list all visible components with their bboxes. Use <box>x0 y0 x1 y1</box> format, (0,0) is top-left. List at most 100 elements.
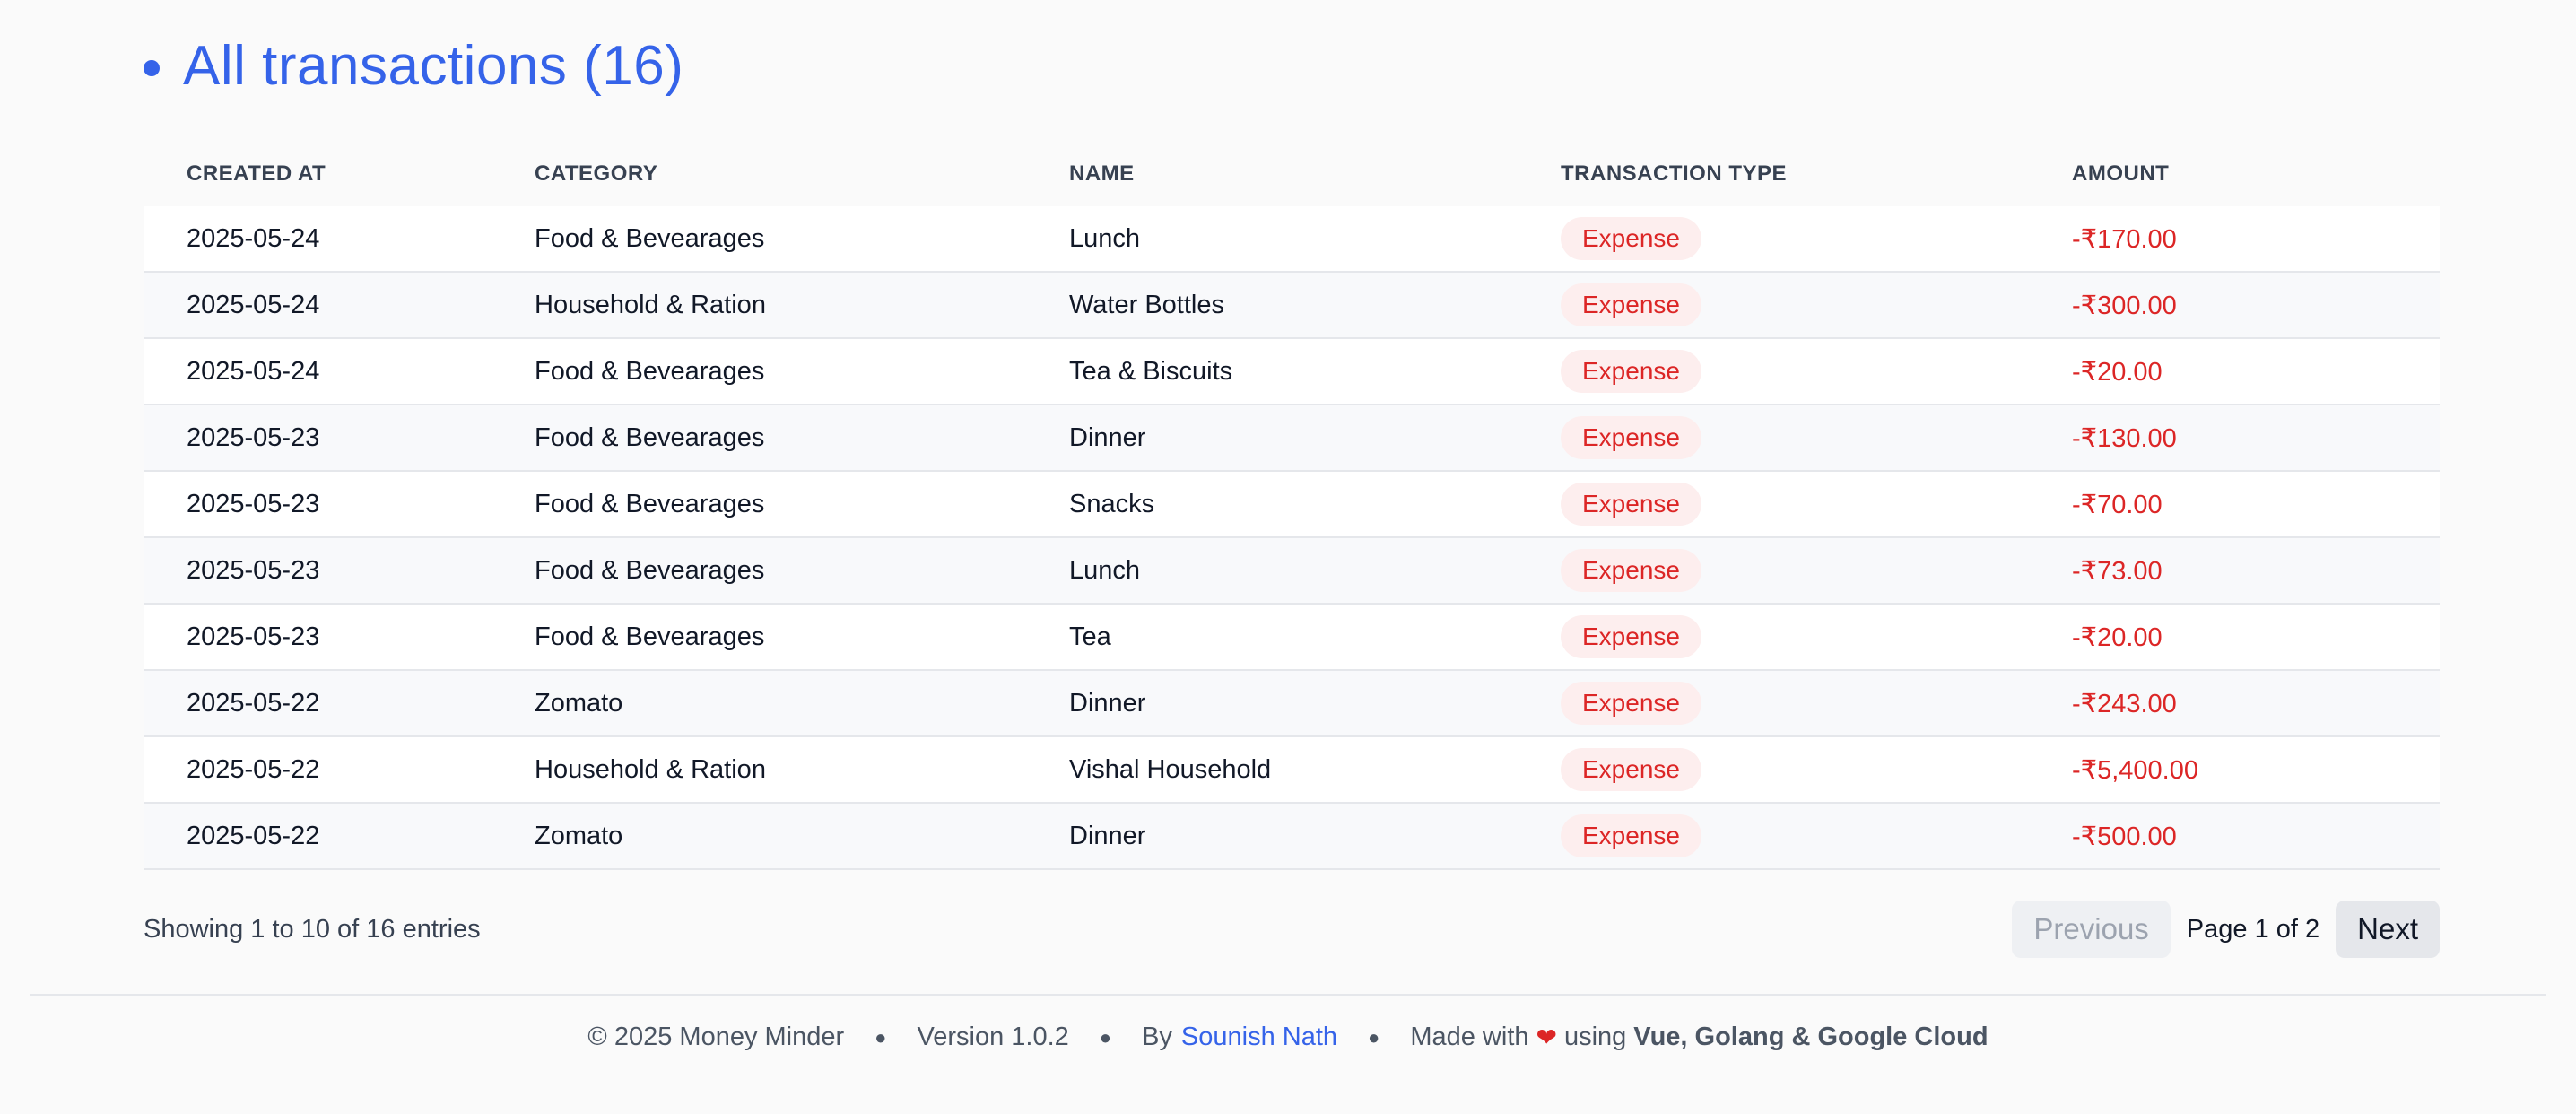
author-link[interactable]: Sounish Nath <box>1181 1023 1337 1052</box>
cell-amount: -₹170.00 <box>2072 223 2440 255</box>
cell-category: Food & Bevearages <box>535 622 765 651</box>
table-row[interactable]: 2025-05-23 Food & Bevearages Snacks Expense… <box>144 472 2440 538</box>
previous-button[interactable]: Previous <box>2012 901 2171 958</box>
tech-stack: Vue, Golang & Google Cloud <box>1633 1023 1989 1051</box>
cell-category: Household & Ration <box>535 754 766 784</box>
separator-dot: ● <box>1368 1025 1380 1049</box>
transaction-type-badge: Expense <box>1561 283 1701 326</box>
cell-amount: -₹73.00 <box>2072 555 2440 587</box>
bullet-icon <box>144 59 160 76</box>
transaction-type-badge: Expense <box>1561 416 1701 459</box>
cell-transaction-type: Expense <box>1561 416 2072 459</box>
cell-name: Tea <box>1069 622 1111 651</box>
cell-transaction-type: Expense <box>1561 814 2072 857</box>
cell-transaction-type: Expense <box>1561 483 2072 526</box>
cell-created-at: 2025-05-23 <box>187 555 320 585</box>
by-label: By <box>1142 1023 1172 1051</box>
cell-transaction-type: Expense <box>1561 283 2072 326</box>
transaction-type-badge: Expense <box>1561 615 1701 658</box>
using-label: using <box>1563 1023 1627 1051</box>
cell-created-at: 2025-05-23 <box>187 422 320 452</box>
transactions-table: CREATED AT CATEGORY NAME TRANSACTION TYP… <box>144 142 2440 870</box>
column-header-amount[interactable]: AMOUNT <box>2072 161 2440 187</box>
amount-value: -₹5,400.00 <box>2072 755 2198 785</box>
cell-created-at: 2025-05-22 <box>187 754 320 784</box>
version-text: Version 1.0.2 <box>917 1023 1069 1051</box>
cell-transaction-type: Expense <box>1561 615 2072 658</box>
cell-name: Water Bottles <box>1069 290 1224 319</box>
cell-category: Food & Bevearages <box>535 489 765 518</box>
copyright-text: © 2025 Money Minder <box>587 1023 845 1051</box>
column-header-name[interactable]: NAME <box>1069 161 1561 187</box>
cell-category: Food & Bevearages <box>535 356 765 386</box>
footer-divider <box>30 994 2546 996</box>
table-row[interactable]: 2025-05-23 Food & Bevearages Tea Expense -₹2… <box>144 605 2440 671</box>
cell-category: Food & Bevearages <box>535 422 765 452</box>
made-with-label: Made with <box>1410 1023 1529 1051</box>
pager: Previous Page 1 of 2 Next <box>2012 901 2440 958</box>
amount-value: -₹170.00 <box>2072 224 2177 254</box>
cell-transaction-type: Expense <box>1561 350 2072 393</box>
cell-transaction-type: Expense <box>1561 217 2072 260</box>
page-indicator: Page 1 of 2 <box>2186 914 2320 944</box>
column-header-transaction-type[interactable]: TRANSACTION TYPE <box>1561 161 2072 187</box>
table-row[interactable]: 2025-05-23 Food & Bevearages Dinner Expense… <box>144 405 2440 472</box>
page-title: All transactions (16) <box>183 35 684 97</box>
cell-amount: -₹300.00 <box>2072 290 2440 321</box>
cell-amount: -₹70.00 <box>2072 489 2440 520</box>
column-header-category[interactable]: CATEGORY <box>535 161 1069 187</box>
page: All transactions (16) CREATED AT CATEGOR… <box>0 0 2576 1114</box>
table-row[interactable]: 2025-05-22 Household & Ration Vishal House… <box>144 737 2440 804</box>
cell-name: Dinner <box>1069 688 1146 718</box>
cell-category: Food & Bevearages <box>535 555 765 585</box>
table-row[interactable]: 2025-05-24 Household & Ration Water Bottle… <box>144 273 2440 339</box>
amount-value: -₹20.00 <box>2072 357 2163 387</box>
table-body: 2025-05-24 Food & Bevearages Lunch Expense -… <box>144 206 2440 870</box>
cell-created-at: 2025-05-22 <box>187 688 320 718</box>
amount-value: -₹73.00 <box>2072 556 2163 586</box>
table-row[interactable]: 2025-05-24 Food & Bevearages Tea & Biscuit… <box>144 339 2440 405</box>
table-row[interactable]: 2025-05-22 Zomato Dinner Expense -₹243.00 <box>144 671 2440 737</box>
amount-value: -₹243.00 <box>2072 689 2177 718</box>
heart-icon: ❤ <box>1536 1023 1557 1051</box>
cell-name: Tea & Biscuits <box>1069 356 1233 386</box>
table-row[interactable]: 2025-05-23 Food & Bevearages Lunch Expense -… <box>144 538 2440 605</box>
transaction-type-badge: Expense <box>1561 483 1701 526</box>
cell-name: Dinner <box>1069 422 1146 452</box>
amount-value: -₹70.00 <box>2072 490 2163 519</box>
cell-transaction-type: Expense <box>1561 682 2072 725</box>
transaction-type-badge: Expense <box>1561 814 1701 857</box>
table-row[interactable]: 2025-05-22 Zomato Dinner Expense -₹500.00 <box>144 804 2440 870</box>
page-title-wrap: All transactions (16) <box>144 34 683 98</box>
transaction-type-badge: Expense <box>1561 748 1701 791</box>
table-header: CREATED AT CATEGORY NAME TRANSACTION TYP… <box>144 142 2440 206</box>
next-button[interactable]: Next <box>2336 901 2440 958</box>
cell-created-at: 2025-05-24 <box>187 356 320 386</box>
separator-dot: ● <box>875 1025 887 1049</box>
transaction-type-badge: Expense <box>1561 682 1701 725</box>
cell-created-at: 2025-05-24 <box>187 223 320 253</box>
amount-value: -₹20.00 <box>2072 622 2163 652</box>
amount-value: -₹500.00 <box>2072 822 2177 851</box>
cell-amount: -₹20.00 <box>2072 356 2440 387</box>
cell-category: Zomato <box>535 821 623 850</box>
amount-value: -₹300.00 <box>2072 291 2177 320</box>
cell-created-at: 2025-05-22 <box>187 821 320 850</box>
site-footer: © 2025 Money Minder ● Version 1.0.2 ● By… <box>0 1023 2576 1052</box>
cell-name: Snacks <box>1069 489 1155 518</box>
cell-transaction-type: Expense <box>1561 748 2072 791</box>
pagination-bar: Showing 1 to 10 of 16 entries Previous P… <box>144 901 2440 958</box>
cell-amount: -₹243.00 <box>2072 688 2440 719</box>
table-row[interactable]: 2025-05-24 Food & Bevearages Lunch Expense -… <box>144 206 2440 273</box>
cell-amount: -₹5,400.00 <box>2072 754 2440 786</box>
transaction-type-badge: Expense <box>1561 217 1701 260</box>
transaction-type-badge: Expense <box>1561 350 1701 393</box>
amount-value: -₹130.00 <box>2072 423 2177 453</box>
cell-name: Lunch <box>1069 223 1141 253</box>
cell-created-at: 2025-05-23 <box>187 489 320 518</box>
cell-category: Zomato <box>535 688 623 718</box>
column-header-created-at[interactable]: CREATED AT <box>144 161 535 187</box>
cell-name: Lunch <box>1069 555 1141 585</box>
cell-amount: -₹20.00 <box>2072 622 2440 653</box>
cell-amount: -₹130.00 <box>2072 422 2440 454</box>
